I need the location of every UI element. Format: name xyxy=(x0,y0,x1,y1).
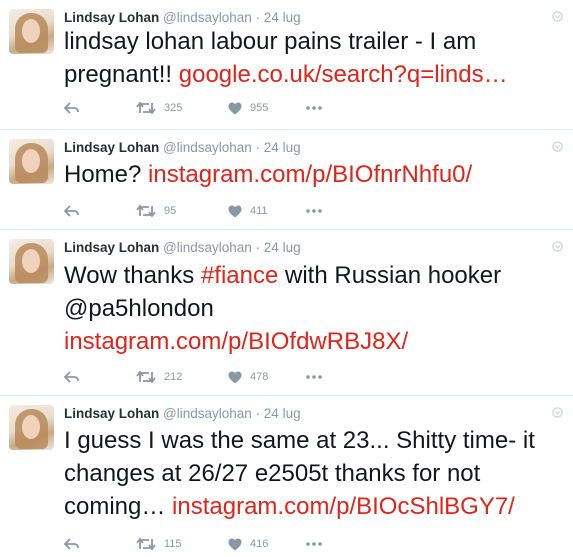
retweet-button[interactable]: 95 xyxy=(136,201,176,221)
more-icon xyxy=(306,106,322,110)
reply-button[interactable] xyxy=(64,534,80,554)
like-button[interactable]: 955 xyxy=(228,98,268,118)
retweet-button[interactable]: 325 xyxy=(136,98,182,118)
avatar[interactable] xyxy=(9,9,54,54)
like-button[interactable]: 411 xyxy=(228,201,268,221)
heart-icon xyxy=(228,371,242,383)
more-button[interactable] xyxy=(306,98,322,118)
retweet-count: 325 xyxy=(164,102,183,114)
avatar[interactable] xyxy=(9,139,54,184)
reply-icon xyxy=(64,102,79,114)
tweet-4[interactable]: Lindsay Lohan @lindsaylohan · 24 lug I g… xyxy=(0,396,573,557)
more-icon xyxy=(306,375,322,379)
retweet-icon xyxy=(136,101,156,115)
avatar[interactable] xyxy=(9,405,54,450)
like-button[interactable]: 416 xyxy=(228,534,268,554)
reply-button[interactable] xyxy=(64,98,80,118)
author-name[interactable]: Lindsay Lohan xyxy=(64,240,159,255)
like-button[interactable]: 478 xyxy=(228,367,268,387)
tweet-header: Lindsay Lohan @lindsaylohan · 24 lug xyxy=(64,406,301,421)
retweet-icon xyxy=(136,370,156,384)
tweet-header: Lindsay Lohan @lindsaylohan · 24 lug xyxy=(64,240,301,255)
tweet-date[interactable]: 24 lug xyxy=(264,406,301,421)
author-name[interactable]: Lindsay Lohan xyxy=(64,140,159,155)
reply-button[interactable] xyxy=(64,367,80,387)
heart-icon xyxy=(228,205,242,217)
avatar[interactable] xyxy=(9,239,54,284)
author-handle[interactable]: @lindsaylohan xyxy=(163,406,252,421)
tweet-text: Wow thanks #fiance with Russian hooker @… xyxy=(64,262,502,355)
tweet-2[interactable]: Lindsay Lohan @lindsaylohan · 24 lug Hom… xyxy=(0,130,573,230)
like-count: 411 xyxy=(250,205,268,217)
more-button[interactable] xyxy=(306,367,322,387)
author-name[interactable]: Lindsay Lohan xyxy=(64,10,159,25)
like-count: 955 xyxy=(250,102,269,114)
caret-down-icon[interactable] xyxy=(552,141,563,152)
retweet-icon xyxy=(136,204,156,218)
heart-icon xyxy=(228,538,242,550)
more-button[interactable] xyxy=(306,534,322,554)
retweet-count: 212 xyxy=(164,371,183,383)
retweet-count: 95 xyxy=(164,205,177,217)
more-icon xyxy=(306,542,322,546)
reply-icon xyxy=(64,371,79,383)
reply-icon xyxy=(64,205,79,217)
tweet-feed: Lindsay Lohan @lindsaylohan · 24 lug lin… xyxy=(0,0,573,557)
retweet-count: 115 xyxy=(164,538,182,550)
tweet-header: Lindsay Lohan @lindsaylohan · 24 lug xyxy=(64,10,301,25)
tweet-link[interactable]: instagram.com/p/BIOcShlBGY7/ xyxy=(172,493,515,520)
reply-button[interactable] xyxy=(64,201,80,221)
like-count: 478 xyxy=(250,371,269,383)
caret-down-icon[interactable] xyxy=(552,407,563,418)
tweet-1[interactable]: Lindsay Lohan @lindsaylohan · 24 lug lin… xyxy=(0,0,573,130)
more-icon xyxy=(306,209,322,213)
retweet-icon xyxy=(136,537,156,551)
author-handle[interactable]: @lindsaylohan xyxy=(163,10,252,25)
heart-icon xyxy=(228,102,242,114)
tweet-date[interactable]: 24 lug xyxy=(264,140,301,155)
tweet-date[interactable]: 24 lug xyxy=(264,10,301,25)
tweet-3[interactable]: Lindsay Lohan @lindsaylohan · 24 lug Wow… xyxy=(0,230,573,396)
more-button[interactable] xyxy=(306,201,322,221)
tweet-header: Lindsay Lohan @lindsaylohan · 24 lug xyxy=(64,140,301,155)
tweet-link[interactable]: instagram.com/p/BIOfdwRBJ8X/ xyxy=(64,328,408,355)
caret-down-icon[interactable] xyxy=(552,11,563,22)
like-count: 416 xyxy=(250,538,269,550)
tweet-link[interactable]: google.co.uk/search?q=linds… xyxy=(179,61,508,88)
retweet-button[interactable]: 115 xyxy=(136,534,182,554)
tweet-text: Home? instagram.com/p/BIOfnrNhfu0/ xyxy=(64,161,473,188)
hashtag-link[interactable]: #fiance xyxy=(201,262,278,289)
author-handle[interactable]: @lindsaylohan xyxy=(163,140,252,155)
tweet-text: lindsay lohan labour pains trailer - I a… xyxy=(64,28,508,88)
author-handle[interactable]: @lindsaylohan xyxy=(163,240,252,255)
tweet-date[interactable]: 24 lug xyxy=(264,240,301,255)
caret-down-icon[interactable] xyxy=(552,241,563,252)
tweet-text: I guess I was the same at 23... Shitty t… xyxy=(64,427,535,520)
retweet-button[interactable]: 212 xyxy=(136,367,182,387)
author-name[interactable]: Lindsay Lohan xyxy=(64,406,159,421)
tweet-link[interactable]: instagram.com/p/BIOfnrNhfu0/ xyxy=(148,161,472,188)
reply-icon xyxy=(64,538,79,550)
